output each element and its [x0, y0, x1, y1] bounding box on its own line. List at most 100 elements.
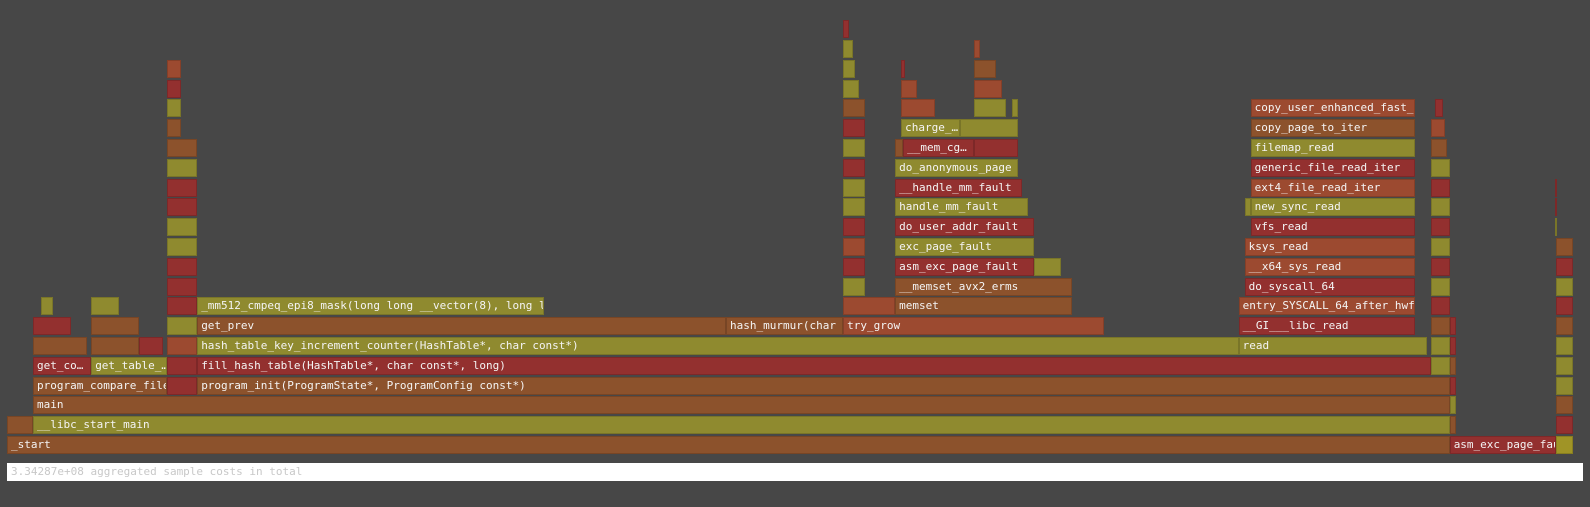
flame-frame[interactable] [33, 317, 71, 336]
flame-frame[interactable]: memset [895, 297, 1073, 316]
flame-frame[interactable]: filemap_read [1250, 139, 1415, 157]
flame-frame[interactable] [843, 59, 856, 78]
flame-frame[interactable]: __handle_mm_fault [895, 178, 1023, 197]
flame-frame[interactable] [843, 297, 896, 316]
flame-frame[interactable]: __x64_sys_read [1244, 257, 1415, 276]
flame-frame[interactable] [1555, 416, 1573, 435]
flame-frame[interactable] [1449, 376, 1456, 395]
flame-frame[interactable] [843, 158, 866, 177]
flame-frame[interactable] [974, 79, 1003, 98]
flame-frame[interactable] [1555, 277, 1573, 296]
flame-frame[interactable] [901, 79, 918, 98]
flame-frame[interactable] [1430, 178, 1450, 197]
flame-frame[interactable] [41, 297, 53, 316]
flame-frame[interactable]: read [1238, 337, 1427, 355]
flame-frame[interactable]: get_prev [197, 317, 726, 336]
flame-frame[interactable] [167, 277, 198, 296]
flame-frame[interactable] [167, 376, 198, 395]
flame-frame[interactable] [1430, 139, 1447, 157]
flame-frame[interactable] [901, 99, 936, 118]
flame-frame[interactable] [1430, 198, 1450, 217]
flame-frame[interactable]: hash_murmur(char const*) [726, 317, 844, 336]
flame-frame[interactable]: handle_mm_fault [895, 198, 1029, 217]
flame-frame[interactable] [1554, 198, 1557, 217]
flame-frame[interactable] [1555, 436, 1573, 454]
flame-frame[interactable] [167, 178, 198, 197]
flame-frame[interactable] [1034, 257, 1062, 276]
flame-frame[interactable]: __mem_cg… [903, 139, 975, 157]
flame-frame[interactable] [1554, 178, 1557, 197]
flame-frame[interactable] [91, 297, 120, 316]
flame-frame[interactable] [167, 317, 198, 336]
flame-frame[interactable] [974, 99, 1007, 118]
flame-frame[interactable] [843, 79, 860, 98]
flame-frame[interactable] [167, 59, 181, 78]
flame-frame[interactable] [1449, 356, 1456, 375]
flame-frame[interactable] [1555, 257, 1573, 276]
flame-frame[interactable]: __GI___libc_read [1238, 317, 1415, 336]
flame-frame[interactable] [974, 40, 981, 58]
flame-frame[interactable] [1555, 356, 1573, 375]
flame-frame[interactable]: ext4_file_read_iter [1250, 178, 1415, 197]
flame-frame[interactable] [1449, 337, 1456, 355]
flame-frame[interactable]: generic_file_read_iter [1250, 158, 1415, 177]
flame-frame[interactable] [1430, 356, 1450, 375]
flame-frame[interactable]: main [33, 396, 1450, 415]
flame-frame[interactable] [91, 337, 140, 355]
flame-frame[interactable] [974, 59, 997, 78]
flame-frame[interactable] [1430, 119, 1445, 138]
flame-frame[interactable] [167, 218, 198, 237]
flame-frame[interactable] [167, 356, 198, 375]
flame-frame[interactable]: program_compare_files [33, 376, 168, 395]
flame-frame[interactable]: asm_exc_page_fault [895, 257, 1035, 276]
flame-frame[interactable] [167, 119, 181, 138]
flame-frame[interactable] [91, 317, 140, 336]
flame-frame[interactable]: exc_page_fault [895, 238, 1035, 256]
flame-frame[interactable] [843, 218, 866, 237]
flame-frame[interactable] [1430, 158, 1450, 177]
flame-frame[interactable] [1430, 218, 1450, 237]
flame-frame[interactable] [960, 119, 1019, 138]
flame-frame[interactable] [167, 158, 198, 177]
flame-frame[interactable] [167, 337, 198, 355]
flame-frame[interactable] [1449, 396, 1456, 415]
flame-frame[interactable] [1449, 416, 1456, 435]
flame-frame[interactable] [167, 79, 181, 98]
flame-frame[interactable] [1430, 297, 1450, 316]
flame-frame[interactable]: copy_user_enhanced_fast_string [1250, 99, 1415, 118]
flame-frame[interactable] [1555, 376, 1573, 395]
flame-frame[interactable]: ksys_read [1244, 238, 1415, 256]
flame-frame[interactable]: try_grow [843, 317, 1105, 336]
flame-frame[interactable] [139, 337, 164, 355]
flame-frame[interactable] [167, 238, 198, 256]
flame-frame[interactable] [1430, 317, 1450, 336]
flame-frame[interactable] [901, 59, 906, 78]
flame-frame[interactable] [1554, 218, 1557, 237]
flame-frame[interactable]: fill_hash_table(HashTable*, char const*,… [197, 356, 1431, 375]
flame-frame[interactable] [843, 238, 866, 256]
flame-frame[interactable]: _start [7, 436, 1450, 454]
flame-frame[interactable] [895, 139, 904, 157]
flame-frame[interactable] [843, 139, 866, 157]
flame-frame[interactable] [1555, 396, 1573, 415]
flame-frame[interactable]: hash_table_key_increment_counter(HashTab… [197, 337, 1239, 355]
flame-frame[interactable] [1449, 317, 1456, 336]
flame-frame[interactable] [33, 337, 88, 355]
flame-frame[interactable] [843, 20, 850, 39]
flame-frame[interactable]: get_co… [33, 356, 92, 375]
flame-frame[interactable]: new_sync_read [1250, 198, 1415, 217]
flame-frame[interactable] [167, 198, 198, 217]
flame-frame[interactable]: do_user_addr_fault [895, 218, 1035, 237]
flame-frame[interactable]: charge_… [901, 119, 961, 138]
flame-frame[interactable]: vfs_read [1250, 218, 1415, 237]
flame-frame[interactable]: __memset_avx2_erms [895, 277, 1073, 296]
flame-frame[interactable] [843, 198, 866, 217]
flame-frame[interactable] [1430, 337, 1450, 355]
flame-frame[interactable] [7, 416, 33, 435]
flame-frame[interactable] [843, 257, 866, 276]
flame-frame[interactable] [1430, 277, 1450, 296]
flame-frame[interactable]: do_syscall_64 [1244, 277, 1415, 296]
flame-frame[interactable] [843, 40, 854, 58]
flame-frame[interactable] [1430, 238, 1450, 256]
flame-frame[interactable] [843, 277, 866, 296]
